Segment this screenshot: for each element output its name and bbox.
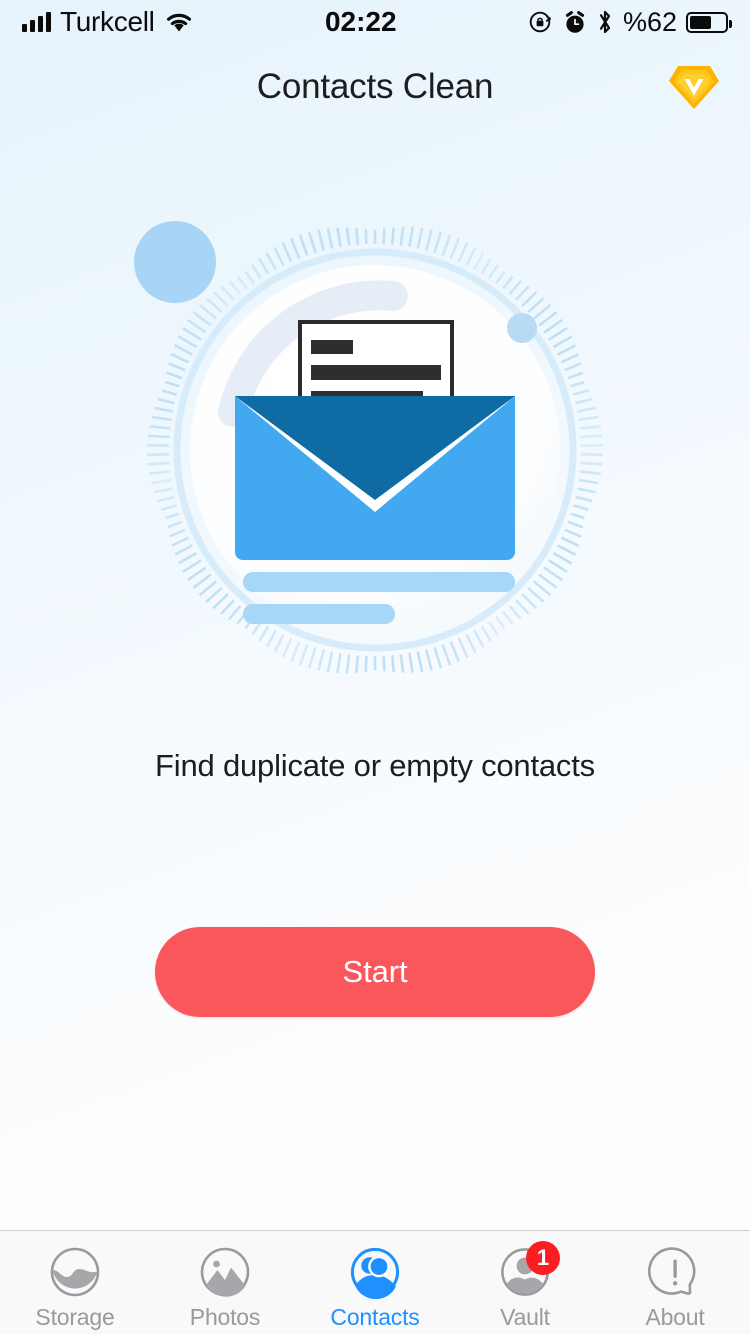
placeholder-bar-short xyxy=(243,604,395,624)
vault-person-icon: 1 xyxy=(496,1241,560,1301)
tab-label-photos: Photos xyxy=(189,1304,261,1330)
page-title: Contacts Clean xyxy=(256,67,494,106)
tab-storage[interactable]: Storage xyxy=(0,1231,150,1334)
decorative-dot-circle xyxy=(134,221,216,303)
tab-vault[interactable]: 1 Vault xyxy=(450,1231,600,1334)
tab-label-contacts: Contacts xyxy=(330,1304,420,1330)
tab-about[interactable]: About xyxy=(600,1231,750,1334)
bluetooth-icon xyxy=(596,9,614,35)
nav-header: Contacts Clean xyxy=(0,44,750,130)
rotation-lock-icon xyxy=(528,9,554,35)
app-screen: Turkcell 02:22 %62 Contacts Clean Find d… xyxy=(0,0,750,1334)
start-button[interactable]: Start xyxy=(155,927,595,1017)
tab-label-storage: Storage xyxy=(35,1304,115,1330)
tab-bar: Storage Photos Contacts 1 Vault About xyxy=(0,1230,750,1334)
status-bar-left: Turkcell xyxy=(22,6,194,38)
tab-photos[interactable]: Photos xyxy=(150,1231,300,1334)
photos-mountain-icon xyxy=(196,1243,254,1301)
clock-label: 02:22 xyxy=(324,6,397,37)
battery-icon xyxy=(686,11,732,33)
open-envelope-contacts-illustration xyxy=(134,221,603,674)
status-bar: Turkcell 02:22 %62 xyxy=(0,0,750,44)
status-bar-center: 02:22 xyxy=(194,6,528,38)
status-badge: 1 xyxy=(526,1241,560,1275)
contacts-people-icon xyxy=(346,1243,404,1301)
alarm-clock-icon xyxy=(563,10,587,35)
tab-contacts[interactable]: Contacts xyxy=(300,1231,450,1334)
carrier-label: Turkcell xyxy=(60,6,155,37)
about-info-bubble-icon xyxy=(646,1243,704,1301)
storage-gauge-icon xyxy=(46,1243,104,1301)
diamond-premium-icon[interactable] xyxy=(666,59,722,115)
wifi-icon xyxy=(164,11,194,33)
battery-percent-label: %62 xyxy=(622,6,677,37)
placeholder-bar-long xyxy=(243,572,515,592)
signal-bars-icon xyxy=(22,12,51,32)
ring-accent-dot xyxy=(507,313,537,343)
hero-illustration xyxy=(0,200,750,700)
tab-label-vault: Vault xyxy=(500,1304,550,1330)
tab-label-about: About xyxy=(645,1304,705,1330)
status-bar-right: %62 xyxy=(528,6,732,38)
tagline-text: Find duplicate or empty contacts xyxy=(155,748,595,783)
